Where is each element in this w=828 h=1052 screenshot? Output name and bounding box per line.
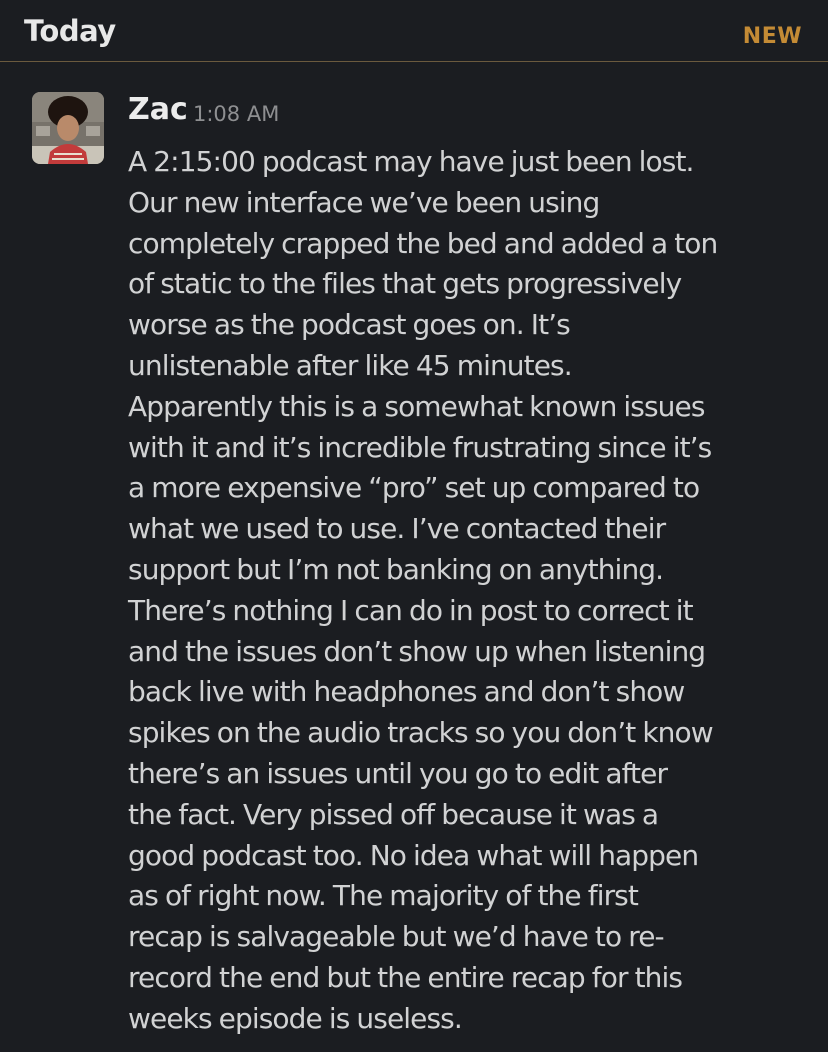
message-line: with it and it’s incredible frustrating … bbox=[128, 430, 712, 464]
message-line: completely crapped the bed and added a t… bbox=[128, 226, 718, 260]
day-divider-label: Today bbox=[24, 14, 116, 48]
message-line: good podcast too. No idea what will happ… bbox=[128, 838, 699, 872]
message-line: spikes on the audio tracks so you don’t … bbox=[128, 716, 714, 750]
message-line: a more expensive “pro” set up compared t… bbox=[128, 471, 700, 505]
message-line: There’s nothing I can do in post to corr… bbox=[128, 593, 694, 627]
message-line: record the end but the entire recap for … bbox=[128, 960, 683, 994]
message-line: of static to the files that gets progres… bbox=[128, 267, 682, 301]
message-body: A 2:15:00 podcast may have just been los… bbox=[128, 142, 808, 1040]
message-line: what we used to use. I’ve contacted thei… bbox=[128, 512, 666, 546]
avatar[interactable] bbox=[32, 92, 104, 164]
avatar-image bbox=[32, 92, 104, 164]
message-timestamp[interactable]: 1:08 AM bbox=[193, 102, 279, 126]
sender-name[interactable]: Zac bbox=[128, 92, 188, 127]
message-line: Apparently this is a somewhat known issu… bbox=[128, 389, 705, 423]
message-line: as of right now. The majority of the fir… bbox=[128, 879, 639, 913]
message-line: weeks episode is useless. bbox=[128, 1001, 463, 1035]
message-line: recap is salvageable but we’d have to re… bbox=[128, 920, 665, 954]
message-line: support but I’m not banking on anything. bbox=[128, 552, 664, 586]
message-line: there’s an issues until you go to edit a… bbox=[128, 756, 668, 790]
message-line: back live with headphones and don’t show bbox=[128, 675, 685, 709]
message-line: unlistenable after like 45 minutes. bbox=[128, 348, 573, 382]
day-divider: Today NEW bbox=[0, 0, 828, 62]
message-line: Our new interface we’ve been using bbox=[128, 185, 600, 219]
message-line: the fact. Very pissed off because it was… bbox=[128, 797, 659, 831]
message-line: and the issues don’t show up when listen… bbox=[128, 634, 706, 668]
message-line: worse as the podcast goes on. It’s bbox=[128, 308, 571, 342]
new-messages-badge[interactable]: NEW bbox=[743, 24, 802, 49]
message-line: A 2:15:00 podcast may have just been los… bbox=[128, 145, 694, 178]
